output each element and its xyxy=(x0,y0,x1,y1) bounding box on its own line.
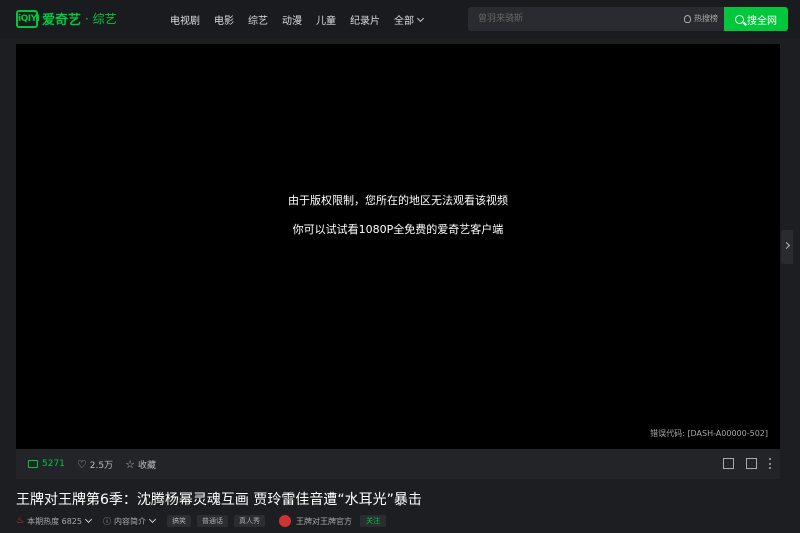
search-button-label: 搜全网 xyxy=(747,15,777,27)
info-icon: ⓘ xyxy=(102,516,111,526)
collect-label: 收藏 xyxy=(137,460,156,471)
like-count: 2.5万 xyxy=(89,460,114,471)
main-nav: 电视剧 电影 综艺 动漫 儿童 纪录片 全部 xyxy=(170,12,437,27)
tag-reality[interactable]: 真人秀 xyxy=(233,515,265,527)
like-button[interactable]: ♡ 2.5万 xyxy=(77,458,113,471)
client-suggestion-message: 你可以试试看1080P全免费的爱奇艺客户端 xyxy=(292,223,504,236)
nav-all[interactable]: 全部 xyxy=(394,12,425,27)
channel-avatar[interactable] xyxy=(278,515,291,527)
chevron-down-icon xyxy=(416,14,425,22)
search-icon xyxy=(735,14,744,24)
comment-icon xyxy=(28,460,38,468)
nav-kids[interactable]: 儿童 xyxy=(316,12,336,27)
channel-label: · 综艺 xyxy=(85,12,117,26)
nav-movie[interactable]: 电影 xyxy=(214,12,234,27)
top-bar: iQIYI 爱奇艺 · 综艺 电视剧 电影 综艺 动漫 儿童 纪录片 全部 热搜… xyxy=(0,0,800,38)
collect-button[interactable]: ☆ 收藏 xyxy=(125,458,156,471)
nav-anime[interactable]: 动漫 xyxy=(282,12,302,27)
video-meta: ♨ 本期热度 6825 ⓘ 内容简介 搞笑 普通话 真人秀 王牌对王牌官方 关注 xyxy=(16,515,386,527)
logo-text: 爱奇艺 xyxy=(42,13,82,28)
error-code: 错误代码: [DASH-A00000-502] xyxy=(650,429,768,438)
heart-icon: ♡ xyxy=(76,457,87,471)
video-title: 王牌对王牌第6季：沈腾杨幂灵魂互画 贾玲雷佳音遭“水耳光”暴击 xyxy=(16,492,422,508)
flame-icon xyxy=(684,14,691,23)
heat-indicator[interactable]: ♨ 本期热度 6825 xyxy=(16,515,93,527)
follow-button[interactable]: 关注 xyxy=(359,515,386,527)
side-panel-toggle[interactable] xyxy=(781,230,793,264)
intro-toggle[interactable]: ⓘ 内容简介 xyxy=(102,515,157,527)
channel-name[interactable]: 王牌对王牌官方 xyxy=(296,516,352,527)
comment-count: 5271 xyxy=(42,459,65,469)
nav-all-label: 全部 xyxy=(394,16,414,27)
tag-mandarin[interactable]: 普通话 xyxy=(196,515,228,527)
hot-search-button[interactable]: 热搜榜 xyxy=(684,13,718,24)
download-icon[interactable] xyxy=(746,458,757,469)
star-icon: ☆ xyxy=(125,457,135,471)
chevron-down-icon xyxy=(148,515,157,524)
nav-tv[interactable]: 电视剧 xyxy=(170,12,200,27)
intro-label: 内容简介 xyxy=(113,516,146,526)
search-all-button[interactable]: 搜全网 xyxy=(724,7,788,31)
search-input[interactable] xyxy=(478,12,658,26)
region-restriction-message: 由于版权限制，您所在的地区无法观看该视频 xyxy=(288,194,508,207)
more-icon[interactable] xyxy=(769,458,772,469)
site-logo[interactable]: iQIYI 爱奇艺 · 综艺 xyxy=(16,9,117,28)
action-bar: 5271 ♡ 2.5万 ☆ 收藏 xyxy=(16,449,780,479)
chevron-down-icon xyxy=(84,515,93,524)
nav-documentary[interactable]: 纪录片 xyxy=(350,12,380,27)
video-player[interactable]: 由于版权限制，您所在的地区无法观看该视频 你可以试试看1080P全免费的爱奇艺客… xyxy=(16,44,780,449)
fire-icon: ♨ xyxy=(16,516,25,526)
chevron-right-icon xyxy=(782,241,791,250)
nav-variety[interactable]: 综艺 xyxy=(248,12,268,27)
search-box: 热搜榜 xyxy=(468,7,724,31)
share-icon[interactable] xyxy=(723,458,734,469)
tag-comedy[interactable]: 搞笑 xyxy=(166,515,191,527)
heat-value: 本期热度 6825 xyxy=(27,516,82,526)
right-action-icons xyxy=(711,458,772,469)
iqiyi-logo-badge: iQIYI xyxy=(16,9,40,28)
comment-button[interactable]: 5271 xyxy=(28,459,65,469)
hot-search-label: 热搜榜 xyxy=(694,14,718,23)
